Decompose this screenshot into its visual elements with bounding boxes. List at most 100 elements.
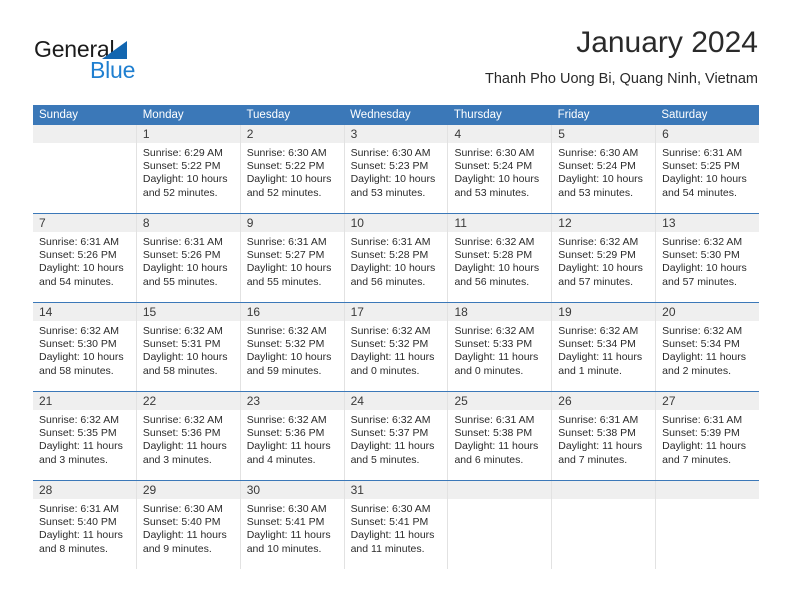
daylight-text-line1: Daylight: 11 hours <box>350 440 435 453</box>
calendar-day-cell[interactable]: 22 Sunrise: 6:32 AM Sunset: 5:36 PM Dayl… <box>135 392 240 480</box>
calendar-week-row: 28 Sunrise: 6:31 AM Sunset: 5:40 PM Dayl… <box>33 480 760 569</box>
daylight-text-line2: and 52 minutes. <box>246 186 322 199</box>
sunrise-text: Sunrise: 6:30 AM <box>350 503 431 515</box>
calendar-day-cell[interactable]: 17 Sunrise: 6:32 AM Sunset: 5:32 PM Dayl… <box>343 303 448 391</box>
calendar-day-cell[interactable]: 26 Sunrise: 6:31 AM Sunset: 5:38 PM Dayl… <box>551 392 656 480</box>
logo-text-blue: Blue <box>90 57 136 83</box>
page-subtitle: Thanh Pho Uong Bi, Quang Ninh, Vietnam <box>485 71 758 87</box>
daylight-text-line1: Daylight: 11 hours <box>558 440 643 453</box>
day-number: 23 <box>240 392 344 410</box>
day-details: Sunrise: 6:30 AM Sunset: 5:22 PM Dayligh… <box>241 143 344 206</box>
daylight-text-line2: and 8 minutes. <box>39 542 108 555</box>
day-number: 11 <box>448 214 552 232</box>
day-number: 16 <box>240 303 344 321</box>
calendar-day-cell[interactable]: 28 Sunrise: 6:31 AM Sunset: 5:40 PM Dayl… <box>33 481 136 569</box>
day-number: 3 <box>344 125 448 143</box>
calendar-day-cell[interactable]: 5 Sunrise: 6:30 AM Sunset: 5:24 PM Dayli… <box>551 125 656 213</box>
sunset-text: Sunset: 5:40 PM <box>142 516 221 529</box>
calendar-day-cell[interactable]: 18 Sunrise: 6:32 AM Sunset: 5:33 PM Dayl… <box>447 303 552 391</box>
generalblue-logo[interactable]: General Blue <box>34 36 204 92</box>
day-details: Sunrise: 6:31 AM Sunset: 5:25 PM Dayligh… <box>656 143 759 206</box>
daylight-text-line1: Daylight: 11 hours <box>350 351 435 364</box>
day-number: 4 <box>448 125 552 143</box>
day-details: Sunrise: 6:31 AM Sunset: 5:38 PM Dayligh… <box>552 410 655 473</box>
day-number: 5 <box>552 125 656 143</box>
daylight-text-line1: Daylight: 10 hours <box>662 262 747 275</box>
weekday-header-saturday: Saturday <box>661 109 708 121</box>
calendar-day-cell[interactable]: 24 Sunrise: 6:32 AM Sunset: 5:37 PM Dayl… <box>343 392 448 480</box>
calendar-day-cell[interactable]: 21 Sunrise: 6:32 AM Sunset: 5:35 PM Dayl… <box>33 392 136 480</box>
daylight-text-line1: Daylight: 11 hours <box>142 529 227 542</box>
calendar-day-cell[interactable]: 11 Sunrise: 6:32 AM Sunset: 5:28 PM Dayl… <box>447 214 552 302</box>
sunrise-text: Sunrise: 6:32 AM <box>350 325 431 337</box>
day-number <box>33 125 136 143</box>
sunrise-text: Sunrise: 6:32 AM <box>558 325 639 337</box>
daylight-text-line2: and 57 minutes. <box>558 275 634 288</box>
sunset-text: Sunset: 5:22 PM <box>142 160 221 173</box>
day-details: Sunrise: 6:32 AM Sunset: 5:36 PM Dayligh… <box>137 410 240 473</box>
daylight-text-line1: Daylight: 10 hours <box>662 173 747 186</box>
sunset-text: Sunset: 5:36 PM <box>246 427 325 440</box>
day-details: Sunrise: 6:32 AM Sunset: 5:32 PM Dayligh… <box>345 321 448 384</box>
day-details: Sunrise: 6:32 AM Sunset: 5:37 PM Dayligh… <box>345 410 448 473</box>
weekday-header-friday: Friday <box>557 109 590 121</box>
calendar-day-cell-empty <box>551 481 656 569</box>
day-number: 24 <box>344 392 448 410</box>
calendar-grid: Sunday Monday Tuesday Wednesday Thursday… <box>33 105 760 569</box>
calendar-day-cell[interactable]: 25 Sunrise: 6:31 AM Sunset: 5:38 PM Dayl… <box>447 392 552 480</box>
day-number: 9 <box>240 214 344 232</box>
calendar-day-cell[interactable]: 19 Sunrise: 6:32 AM Sunset: 5:34 PM Dayl… <box>551 303 656 391</box>
calendar-day-cell[interactable]: 14 Sunrise: 6:32 AM Sunset: 5:30 PM Dayl… <box>33 303 136 391</box>
calendar-day-cell[interactable]: 27 Sunrise: 6:31 AM Sunset: 5:39 PM Dayl… <box>655 392 760 480</box>
sunrise-text: Sunrise: 6:32 AM <box>558 236 639 248</box>
day-details: Sunrise: 6:32 AM Sunset: 5:29 PM Dayligh… <box>552 232 655 295</box>
day-number: 1 <box>136 125 240 143</box>
sunrise-text: Sunrise: 6:31 AM <box>350 236 431 248</box>
daylight-text-line2: and 11 minutes. <box>350 542 425 555</box>
calendar-day-cell[interactable]: 30 Sunrise: 6:30 AM Sunset: 5:41 PM Dayl… <box>239 481 344 569</box>
calendar-day-cell[interactable]: 13 Sunrise: 6:32 AM Sunset: 5:30 PM Dayl… <box>655 214 760 302</box>
sunset-text: Sunset: 5:29 PM <box>558 249 636 262</box>
calendar-day-cell[interactable]: 6 Sunrise: 6:31 AM Sunset: 5:25 PM Dayli… <box>655 125 760 213</box>
calendar-day-cell[interactable]: 20 Sunrise: 6:32 AM Sunset: 5:34 PM Dayl… <box>655 303 760 391</box>
calendar-day-cell[interactable]: 2 Sunrise: 6:30 AM Sunset: 5:22 PM Dayli… <box>239 125 344 213</box>
day-number <box>656 481 760 499</box>
sunset-text: Sunset: 5:37 PM <box>350 427 429 440</box>
daylight-text-line1: Daylight: 10 hours <box>142 351 228 364</box>
daylight-text-line2: and 2 minutes. <box>662 364 732 377</box>
sunset-text: Sunset: 5:26 PM <box>39 249 117 262</box>
calendar-day-cell[interactable]: 31 Sunrise: 6:30 AM Sunset: 5:41 PM Dayl… <box>343 481 448 569</box>
sunset-text: Sunset: 5:33 PM <box>454 338 533 351</box>
daylight-text-line1: Daylight: 10 hours <box>39 262 124 275</box>
calendar-day-cell[interactable]: 8 Sunrise: 6:31 AM Sunset: 5:26 PM Dayli… <box>135 214 240 302</box>
calendar-day-cell[interactable]: 12 Sunrise: 6:32 AM Sunset: 5:29 PM Dayl… <box>551 214 656 302</box>
title-block: January 2024 Thanh Pho Uong Bi, Quang Ni… <box>485 26 758 88</box>
day-details: Sunrise: 6:31 AM Sunset: 5:26 PM Dayligh… <box>137 232 240 295</box>
calendar-day-cell[interactable]: 29 Sunrise: 6:30 AM Sunset: 5:40 PM Dayl… <box>135 481 240 569</box>
sunrise-text: Sunrise: 6:32 AM <box>142 325 223 337</box>
calendar-day-cell[interactable]: 1 Sunrise: 6:29 AM Sunset: 5:22 PM Dayli… <box>135 125 240 213</box>
weekday-header-row: Sunday Monday Tuesday Wednesday Thursday… <box>33 105 759 125</box>
sunrise-text: Sunrise: 6:30 AM <box>246 503 327 515</box>
calendar-day-cell[interactable]: 16 Sunrise: 6:32 AM Sunset: 5:32 PM Dayl… <box>239 303 344 391</box>
calendar-day-cell[interactable]: 7 Sunrise: 6:31 AM Sunset: 5:26 PM Dayli… <box>33 214 136 302</box>
calendar-day-cell[interactable]: 15 Sunrise: 6:32 AM Sunset: 5:31 PM Dayl… <box>135 303 240 391</box>
sunset-text: Sunset: 5:28 PM <box>350 249 429 262</box>
sunset-text: Sunset: 5:32 PM <box>350 338 429 351</box>
sunrise-text: Sunrise: 6:31 AM <box>454 414 535 426</box>
sunrise-text: Sunrise: 6:32 AM <box>662 325 743 337</box>
calendar-day-cell[interactable]: 23 Sunrise: 6:32 AM Sunset: 5:36 PM Dayl… <box>239 392 344 480</box>
day-details: Sunrise: 6:32 AM Sunset: 5:35 PM Dayligh… <box>33 410 136 473</box>
calendar-day-cell[interactable]: 10 Sunrise: 6:31 AM Sunset: 5:28 PM Dayl… <box>343 214 448 302</box>
day-details: Sunrise: 6:30 AM Sunset: 5:24 PM Dayligh… <box>552 143 655 206</box>
day-number: 14 <box>33 303 136 321</box>
calendar-day-cell[interactable]: 9 Sunrise: 6:31 AM Sunset: 5:27 PM Dayli… <box>239 214 344 302</box>
day-details: Sunrise: 6:29 AM Sunset: 5:22 PM Dayligh… <box>137 143 240 206</box>
calendar-day-cell[interactable]: 3 Sunrise: 6:30 AM Sunset: 5:23 PM Dayli… <box>343 125 448 213</box>
day-number: 20 <box>656 303 760 321</box>
daylight-text-line2: and 7 minutes. <box>558 453 628 466</box>
sunset-text: Sunset: 5:31 PM <box>142 338 221 351</box>
day-number: 19 <box>552 303 656 321</box>
calendar-day-cell[interactable]: 4 Sunrise: 6:30 AM Sunset: 5:24 PM Dayli… <box>447 125 552 213</box>
sunset-text: Sunset: 5:27 PM <box>246 249 325 262</box>
